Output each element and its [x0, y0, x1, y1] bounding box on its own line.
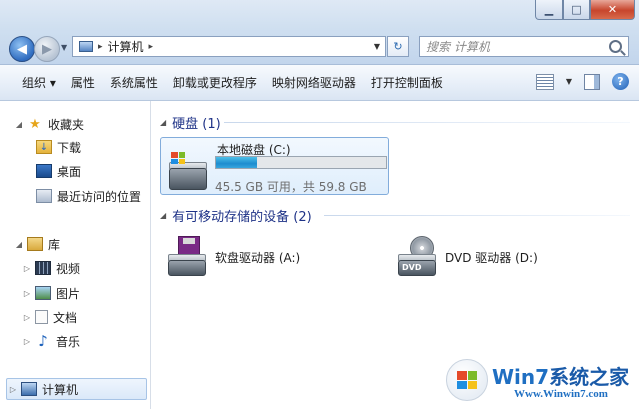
breadcrumb-computer[interactable]: 计算机 — [108, 38, 144, 55]
expand-icon[interactable]: ▷ — [22, 289, 32, 298]
dvd-label: DVD — [402, 263, 422, 272]
drive-c-tile[interactable]: 本地磁盘 (C:) 45.5 GB 可用，共 59.8 GB — [160, 137, 389, 195]
watermark-brand-prefix: Win7 — [492, 365, 550, 389]
map-network-drive-button[interactable]: 映射网络驱动器 — [272, 74, 356, 91]
search-icon[interactable] — [609, 40, 622, 53]
close-button[interactable]: ✕ — [590, 0, 635, 20]
sidebar-item-pictures[interactable]: ▷ 图片 — [22, 283, 80, 303]
sidebar-label: 音乐 — [56, 334, 81, 349]
sidebar-item-libraries[interactable]: ◢ 库 — [14, 234, 60, 254]
downloads-folder-icon: ↓ — [36, 140, 52, 154]
expand-icon[interactable]: ▷ — [8, 385, 18, 394]
group-removable-storage[interactable]: ◢ 有可移动存储的设备 (2) — [160, 206, 312, 225]
music-note-icon: ♪ — [38, 332, 48, 350]
help-icon[interactable]: ? — [612, 73, 629, 90]
floppy-drive-icon — [166, 236, 210, 278]
preview-pane-icon[interactable] — [584, 73, 600, 90]
sidebar-item-computer[interactable]: ▷ 计算机 — [8, 379, 78, 399]
drive-c-capacity-bar — [215, 156, 387, 169]
watermark-url: Www.Winwin7.com — [514, 388, 608, 400]
expand-icon[interactable]: ▷ — [22, 337, 32, 346]
chevron-down-icon[interactable]: ▼ — [374, 42, 380, 51]
sidebar-item-favorites[interactable]: ◢ ★ 收藏夹 — [14, 114, 84, 134]
back-button[interactable]: ◀ — [9, 36, 35, 62]
change-view-icon[interactable] — [535, 73, 554, 90]
expand-icon[interactable]: ▷ — [22, 313, 32, 322]
sidebar-label: 视频 — [56, 261, 81, 276]
view-options-dropdown[interactable]: ▼ — [566, 77, 572, 86]
organize-menu[interactable]: 组织 ▾ — [22, 74, 56, 91]
sidebar-label-libraries: 库 — [48, 237, 61, 252]
library-icon — [27, 237, 43, 251]
search-input[interactable]: 搜索 计算机 — [419, 36, 629, 57]
drive-c-free-space: 45.5 GB 可用，共 59.8 GB — [215, 180, 367, 194]
group-title-removable: 有可移动存储的设备 (2) — [172, 210, 312, 225]
sidebar-item-videos[interactable]: ▷ 视频 — [22, 258, 80, 278]
minimize-button[interactable]: ▁ — [535, 0, 563, 20]
sidebar-label: 图片 — [56, 286, 81, 301]
recent-pages-dropdown[interactable]: ▼ — [61, 43, 67, 52]
group-divider — [324, 215, 630, 216]
uninstall-program-button[interactable]: 卸载或更改程序 — [173, 74, 257, 91]
navigation-pane: ◢ ★ 收藏夹 ↓ 下载 桌面 最近访问的位置 ◢ 库 ▷ 视频 ▷ 图片 ▷ … — [0, 101, 151, 409]
search-placeholder: 搜索 计算机 — [426, 40, 490, 54]
drive-a-tile[interactable]: 软盘驱动器 (A:) — [166, 236, 300, 278]
video-icon — [35, 261, 51, 275]
breadcrumb-separator-after[interactable]: ▸ — [149, 42, 154, 52]
arrow-left-icon: ◀ — [17, 41, 27, 57]
document-icon — [35, 310, 48, 324]
sidebar-label-computer: 计算机 — [42, 382, 79, 397]
drive-d-name: DVD 驱动器 (D:) — [445, 250, 538, 265]
drive-d-tile[interactable]: DVD DVD 驱动器 (D:) — [396, 236, 538, 278]
collapse-icon[interactable]: ◢ — [160, 118, 166, 127]
drive-a-name: 软盘驱动器 (A:) — [215, 250, 301, 265]
capacity-fill — [216, 157, 257, 168]
system-properties-button[interactable]: 系统属性 — [110, 74, 158, 91]
command-bar: 组织 ▾ 属性 系统属性 卸载或更改程序 映射网络驱动器 打开控制面板 ▼ ? — [0, 65, 639, 101]
windows-logo-icon — [446, 359, 488, 401]
open-control-panel-button[interactable]: 打开控制面板 — [371, 74, 443, 91]
sidebar-label: 下载 — [57, 140, 82, 155]
maximize-button[interactable]: □ — [563, 0, 590, 20]
window-controls: ▁ □ ✕ — [535, 0, 635, 20]
expand-icon[interactable]: ▷ — [22, 264, 32, 273]
star-icon: ★ — [29, 116, 41, 132]
picture-icon — [35, 286, 51, 300]
watermark-brand: Win7系统之家 — [492, 361, 629, 390]
sidebar-label: 最近访问的位置 — [57, 189, 142, 204]
hard-drive-icon — [169, 150, 209, 190]
sidebar-label-favorites: 收藏夹 — [48, 117, 85, 132]
sidebar-item-music[interactable]: ▷ ♪ 音乐 — [22, 331, 80, 351]
breadcrumb-separator[interactable]: ▸ — [98, 42, 103, 52]
sidebar-item-desktop[interactable]: 桌面 — [33, 161, 81, 181]
group-hard-disks[interactable]: ◢ 硬盘 (1) — [160, 113, 221, 132]
forward-button[interactable]: ▶ — [34, 36, 60, 62]
watermark-brand-suffix: 系统之家 — [549, 365, 630, 389]
desktop-icon — [36, 164, 52, 178]
collapse-icon[interactable]: ◢ — [14, 120, 24, 129]
computer-icon — [21, 382, 37, 396]
address-bar[interactable]: ▸ 计算机 ▸ ▼ — [72, 36, 386, 57]
sidebar-item-documents[interactable]: ▷ 文档 — [22, 307, 77, 327]
group-divider — [224, 122, 630, 123]
recent-places-icon — [36, 189, 52, 203]
refresh-button[interactable]: ↻ — [387, 36, 409, 57]
sidebar-item-downloads[interactable]: ↓ 下载 — [33, 137, 81, 157]
refresh-icon: ↻ — [393, 40, 403, 53]
sidebar-item-recent-places[interactable]: 最近访问的位置 — [33, 186, 141, 206]
collapse-icon[interactable]: ◢ — [14, 240, 24, 249]
watermark-logo: Win7系统之家 Www.Winwin7.com — [442, 355, 639, 409]
group-title-hard-disks: 硬盘 (1) — [172, 117, 221, 132]
computer-icon — [79, 41, 93, 52]
sidebar-label: 桌面 — [57, 164, 82, 179]
dvd-drive-icon: DVD — [396, 236, 440, 278]
sidebar-label: 文档 — [53, 310, 78, 325]
arrow-right-icon: ▶ — [42, 41, 52, 57]
properties-button[interactable]: 属性 — [71, 74, 95, 91]
collapse-icon[interactable]: ◢ — [160, 211, 166, 220]
